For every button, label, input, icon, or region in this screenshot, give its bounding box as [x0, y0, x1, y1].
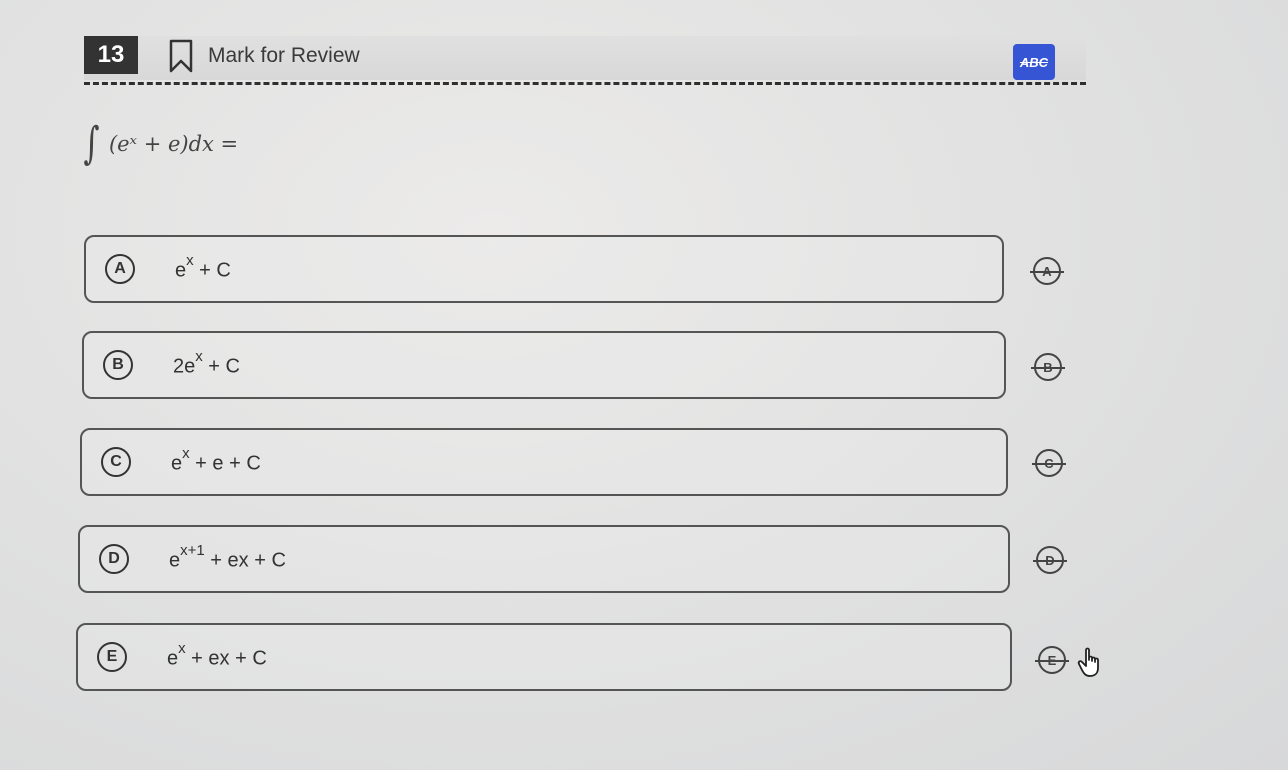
answer-choice-c[interactable]: C ex + e + C [80, 428, 1008, 496]
choice-text-a: ex + C [175, 251, 231, 282]
eliminate-choice-a-button[interactable]: A [1030, 257, 1064, 285]
question-number: 13 [97, 41, 125, 68]
answer-eliminator-toggle-button[interactable]: ABC [1013, 44, 1055, 80]
abc-button-label: ABC [1019, 54, 1049, 70]
bookmark-icon [169, 39, 193, 73]
eliminate-choice-b-button[interactable]: B [1031, 353, 1065, 381]
choice-letter-b: B [103, 350, 133, 380]
question-prompt: (eˣ + e)dx = [108, 132, 239, 156]
header-divider [84, 82, 1086, 85]
integral-sign: ∫ [83, 118, 100, 169]
question-stem: ∫ (eˣ + e)dx = [80, 112, 238, 176]
eliminate-choice-e-button[interactable]: E [1035, 646, 1069, 674]
choice-text-b: 2ex + C [173, 347, 240, 378]
choice-letter-c: C [101, 447, 131, 477]
eliminate-choice-c-button[interactable]: C [1032, 449, 1066, 477]
answer-choice-a[interactable]: A ex + C [84, 235, 1004, 303]
mark-for-review-label: Mark for Review [208, 44, 360, 67]
choice-letter-a: A [105, 254, 135, 284]
answer-choice-e[interactable]: E ex + ex + C [76, 623, 1012, 691]
mark-for-review-button[interactable]: Mark for Review [168, 38, 360, 74]
choice-text-c: ex + e + C [171, 444, 261, 475]
choice-letter-e: E [97, 642, 127, 672]
choice-text-d: ex+1 + ex + C [169, 541, 286, 572]
hand-pointer-icon [1077, 647, 1099, 677]
question-number-badge: 13 [84, 36, 138, 74]
choice-letter-d: D [99, 544, 129, 574]
answer-choice-b[interactable]: B 2ex + C [82, 331, 1006, 399]
answer-choice-d[interactable]: D ex+1 + ex + C [78, 525, 1010, 593]
eliminate-choice-d-button[interactable]: D [1033, 546, 1067, 574]
choice-text-e: ex + ex + C [167, 639, 267, 670]
